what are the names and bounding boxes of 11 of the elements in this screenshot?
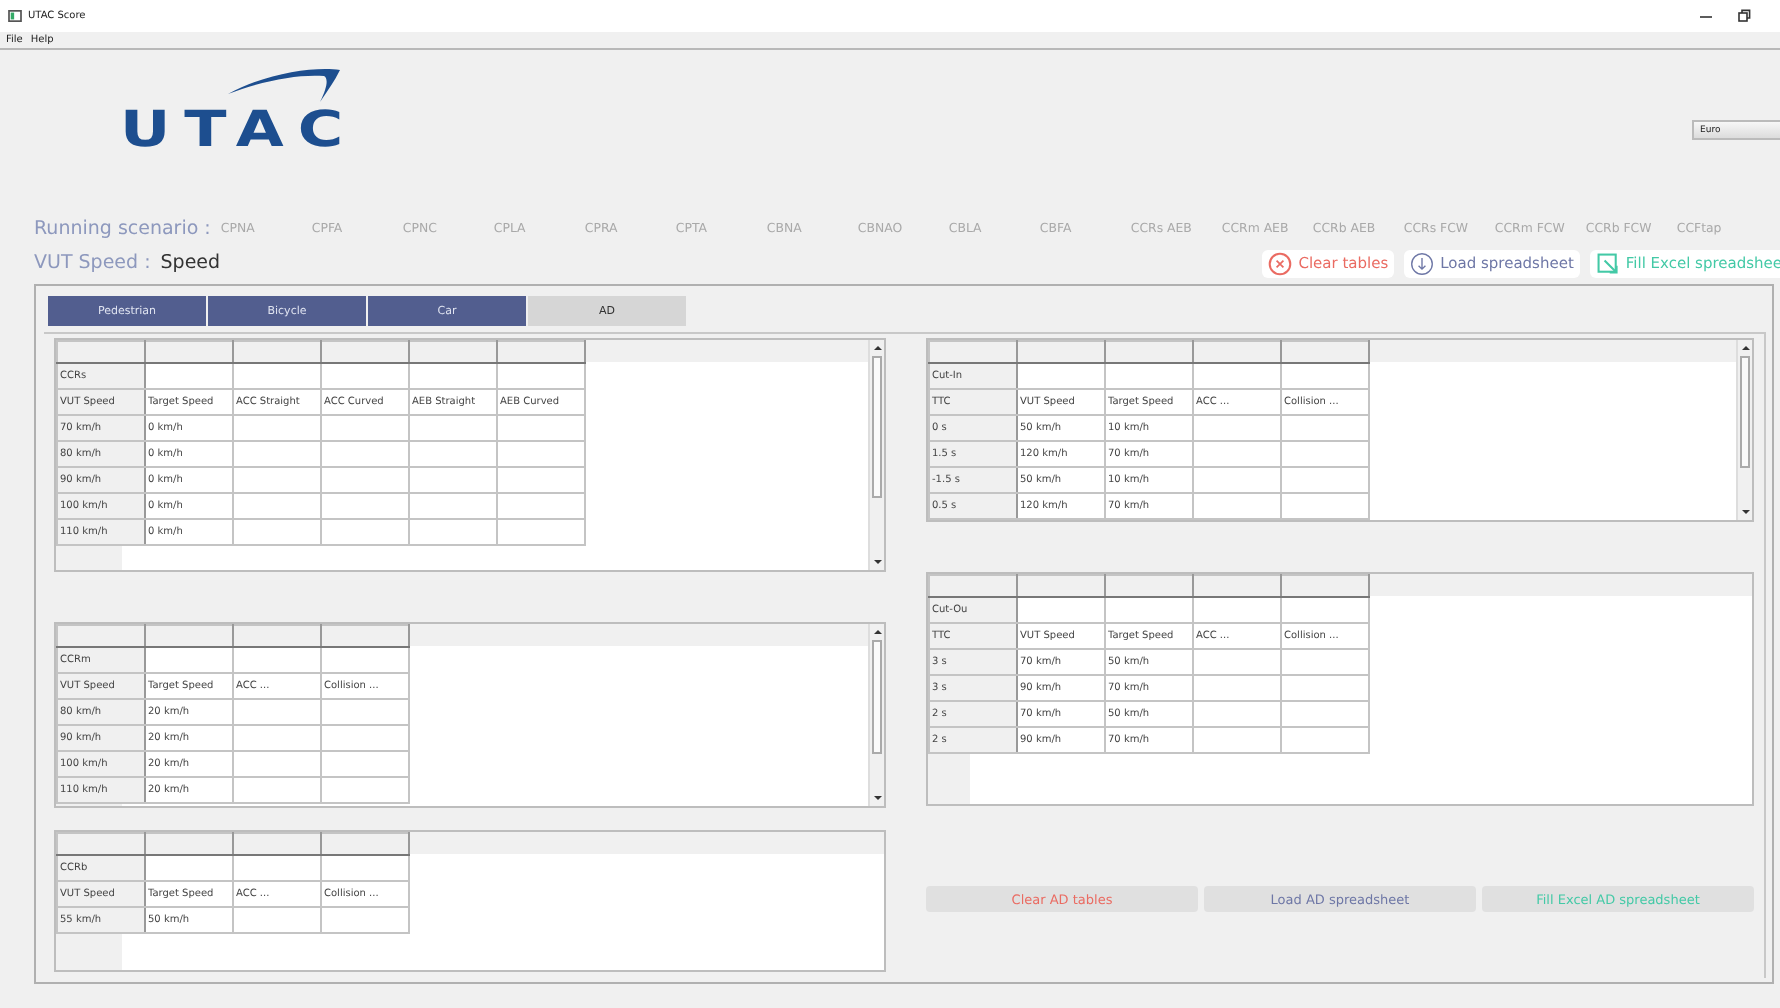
vut-speed-label: VUT Speed : xyxy=(34,252,151,274)
download-icon xyxy=(1410,251,1435,275)
logo-text: UTAC xyxy=(120,101,358,159)
close-circle-icon xyxy=(1268,251,1293,275)
vut-speed-value: Speed xyxy=(160,252,221,274)
restore-icon[interactable] xyxy=(1736,8,1752,24)
app-icon xyxy=(8,10,22,22)
running-scenario-label: Running scenario : xyxy=(34,217,211,239)
scrollbar[interactable] xyxy=(1736,340,1752,520)
scrollbar[interactable] xyxy=(868,340,884,570)
scrollbar[interactable] xyxy=(868,624,884,806)
